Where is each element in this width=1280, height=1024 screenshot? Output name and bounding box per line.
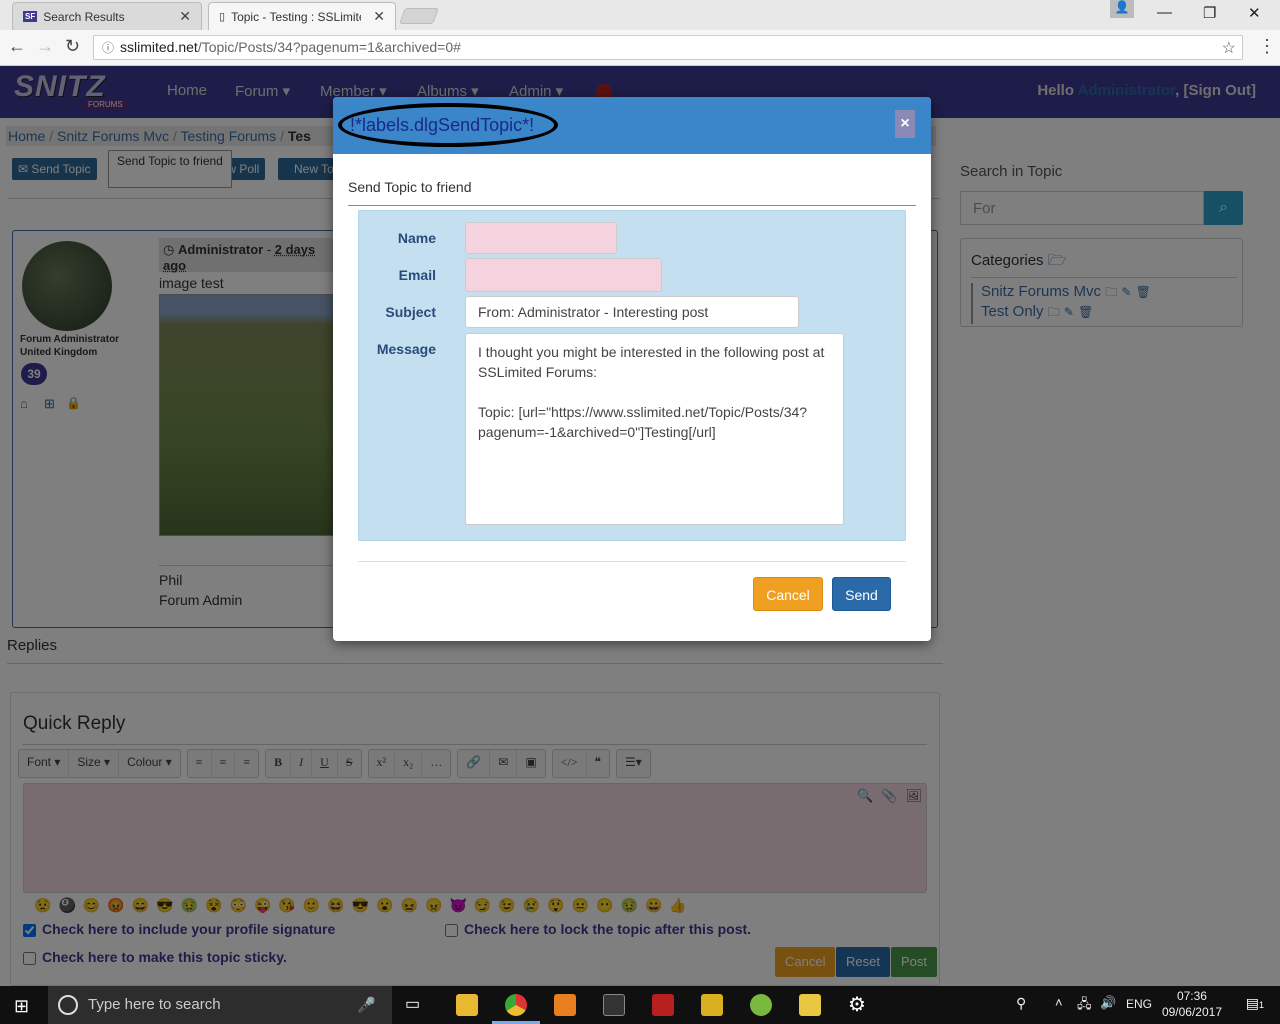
email-field[interactable] — [465, 258, 662, 292]
network-icon[interactable]: 🖧 — [1077, 995, 1092, 1017]
subject-field[interactable]: From: Administrator - Interesting post — [465, 296, 799, 328]
tab-topic-testing[interactable]: ▯ Topic - Testing : SSLimite ✕ — [208, 2, 396, 30]
modal-title: !*labels.dlgSendTopic*! — [338, 103, 558, 147]
email-label: Email — [398, 267, 436, 283]
subject-label: Subject — [385, 304, 436, 320]
taskbar-search-text: Type here to search — [88, 996, 221, 1013]
url-field[interactable]: ⓘ sslimited.net/Topic/Posts/34?pagenum=1&… — [93, 35, 1243, 60]
name-label: Name — [397, 230, 436, 246]
modal-subtitle: Send Topic to friend — [348, 179, 472, 195]
tab-search-results[interactable]: SF Search Results ✕ — [12, 2, 202, 30]
star-icon[interactable]: ☆ — [1222, 38, 1236, 58]
tray-up-icon[interactable]: ˄ — [1055, 995, 1063, 1010]
clock-time: 07:36 — [1176, 989, 1207, 1003]
forward-arrow-icon[interactable]: → — [36, 36, 54, 57]
modal-header: !*labels.dlgSendTopic*! × — [333, 97, 931, 154]
user-profile-icon[interactable]: 👤 — [1110, 0, 1134, 18]
winrar-icon[interactable] — [701, 994, 723, 1016]
divider — [358, 561, 906, 562]
message-label: Message — [376, 341, 436, 357]
minimize-icon[interactable]: — — [1157, 4, 1172, 21]
tab-label: Search Results — [43, 9, 125, 24]
back-arrow-icon[interactable]: ← — [8, 36, 26, 57]
database-icon[interactable] — [750, 994, 772, 1016]
browser-tab-bar: SF Search Results ✕ ▯ Topic - Testing : … — [0, 0, 1280, 30]
close-tab-icon[interactable]: ✕ — [179, 8, 191, 25]
new-tab-button[interactable] — [399, 8, 439, 24]
tab-label: Topic - Testing : SSLimite — [231, 9, 362, 24]
close-tab-icon[interactable]: ✕ — [373, 8, 385, 25]
notification-count: 1 — [1258, 1000, 1264, 1010]
address-bar-row: ← → ↻ ⓘ sslimited.net/Topic/Posts/34?page… — [0, 30, 1280, 66]
notifications-icon[interactable]: ▤1 — [1246, 995, 1264, 1012]
terminal-icon[interactable] — [603, 994, 625, 1016]
name-field[interactable] — [465, 222, 617, 254]
people-icon[interactable]: ⚲ — [1016, 995, 1026, 1012]
sql-icon[interactable] — [799, 994, 821, 1016]
page-icon: ▯ — [219, 11, 226, 23]
chrome-icon[interactable] — [505, 994, 527, 1016]
close-icon[interactable]: × — [895, 110, 915, 138]
restore-icon[interactable]: ❐ — [1203, 4, 1216, 22]
url-path: /Topic/Posts/34?pagenum=1&archived=0# — [197, 39, 461, 55]
tab-favicon: SF — [23, 11, 38, 22]
clock-date: 09/06/2017 — [1161, 1005, 1222, 1019]
send-topic-modal: !*labels.dlgSendTopic*! × Send Topic to … — [333, 97, 931, 641]
volume-icon[interactable]: 🔊 — [1100, 995, 1116, 1011]
filezilla-icon[interactable] — [652, 994, 674, 1016]
microphone-icon[interactable]: 🎤 — [357, 996, 376, 1014]
settings-icon[interactable]: ⚙ — [848, 992, 866, 1017]
task-view-icon[interactable]: ▭ — [405, 994, 420, 1014]
message-field[interactable]: I thought you might be interested in the… — [465, 333, 844, 525]
language-indicator[interactable]: ENG — [1126, 997, 1152, 1011]
taskbar-search[interactable]: Type here to search 🎤 — [48, 986, 392, 1024]
menu-icon[interactable]: ⋮ — [1258, 36, 1276, 57]
divider — [348, 205, 916, 206]
cortana-icon — [58, 995, 78, 1015]
windows-start-icon[interactable]: ⊞ — [14, 996, 29, 1017]
info-icon[interactable]: ⓘ — [102, 41, 114, 55]
taskbar: ⊞ Type here to search 🎤 ▭ ⚙ ⚲ ˄ 🖧 🔊 ENG … — [0, 986, 1280, 1024]
app-icon[interactable] — [554, 994, 576, 1016]
clock[interactable]: 07:36 09/06/2017 — [1162, 988, 1222, 1020]
send-button[interactable]: Send — [832, 577, 891, 611]
cancel-button[interactable]: Cancel — [753, 577, 823, 611]
file-explorer-icon[interactable] — [456, 994, 478, 1016]
reload-icon[interactable]: ↻ — [65, 36, 80, 57]
url-host: sslimited.net — [120, 39, 198, 55]
close-window-icon[interactable]: ✕ — [1248, 4, 1261, 22]
